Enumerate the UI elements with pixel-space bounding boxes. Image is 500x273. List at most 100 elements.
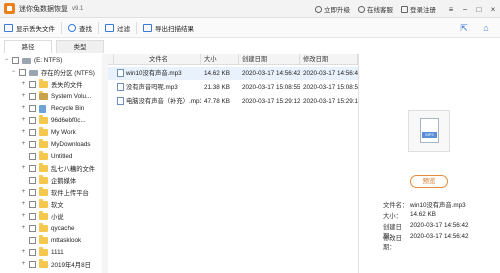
tree-item-label: 乱七八糟的文件 bbox=[51, 166, 96, 173]
online-support-link[interactable]: 在线客服 bbox=[358, 4, 393, 14]
expand-toggle-icon[interactable]: + bbox=[20, 105, 27, 112]
upgrade-link[interactable]: 立即升级 bbox=[315, 4, 350, 14]
tree-item[interactable]: − 存在的分区 (NTFS) bbox=[10, 67, 95, 78]
filter-button[interactable]: 过滤 bbox=[101, 20, 134, 36]
show-files-icon bbox=[4, 23, 13, 32]
expand-toggle-icon[interactable]: + bbox=[20, 213, 27, 220]
tree-item[interactable]: Untitled bbox=[20, 151, 72, 162]
tree-item-label: 丢失的文件 bbox=[51, 82, 83, 89]
tree-item-checkbox[interactable] bbox=[29, 249, 36, 256]
tree-item-checkbox[interactable] bbox=[19, 69, 26, 76]
tree-item[interactable]: + MyDownloads bbox=[20, 139, 91, 150]
preview-button[interactable]: 预览 bbox=[410, 175, 448, 188]
table-row[interactable]: win10没有声音.mp3 14.62 KB 2020-03-17 14:56:42… bbox=[108, 67, 358, 80]
tree-item[interactable]: + 软文 bbox=[20, 199, 64, 210]
tree-item[interactable]: + 小说 bbox=[20, 211, 64, 222]
tree-item[interactable]: + 乱七八糟的文件 bbox=[20, 163, 95, 174]
tree-item[interactable]: +1111 bbox=[20, 247, 64, 258]
menu-button[interactable]: ≡ bbox=[444, 0, 458, 18]
expand-toggle-icon[interactable]: + bbox=[20, 81, 27, 88]
tree-item-checkbox[interactable] bbox=[29, 93, 36, 100]
expand-toggle-icon[interactable]: + bbox=[20, 165, 27, 172]
tree-item[interactable]: + 软件上传平台 bbox=[20, 187, 89, 198]
info-value: win10没有声音.mp3 bbox=[410, 202, 466, 209]
upgrade-label: 立即升级 bbox=[324, 7, 350, 14]
tree-item-checkbox[interactable] bbox=[29, 189, 36, 196]
file-created-cell: 2020-03-17 15:08:55 bbox=[242, 84, 300, 91]
expand-toggle-icon[interactable]: + bbox=[20, 129, 27, 136]
tree-item[interactable]: + qycache bbox=[20, 223, 74, 234]
expand-toggle-icon[interactable]: − bbox=[3, 57, 10, 64]
login-register-link[interactable]: 登录注册 bbox=[401, 4, 436, 14]
mp3-file-icon bbox=[117, 97, 124, 106]
expand-toggle-icon[interactable]: + bbox=[20, 261, 27, 268]
tree-item[interactable]: mttasklook bbox=[20, 235, 81, 246]
column-header-name[interactable]: 文件名 bbox=[114, 53, 201, 65]
export-arrow-icon[interactable]: ⇱ bbox=[456, 20, 472, 36]
file-name: 电脑没有声音（补充）.mp3 bbox=[126, 98, 201, 105]
expand-toggle-icon[interactable]: + bbox=[20, 201, 27, 208]
tree-item-label: 2019年4月8日 bbox=[51, 262, 91, 269]
app-title: 迷你兔数据恢复 bbox=[19, 5, 68, 13]
expand-toggle-icon[interactable]: + bbox=[20, 249, 27, 256]
home-icon[interactable]: ⌂ bbox=[478, 20, 494, 36]
tree-item-checkbox[interactable] bbox=[29, 261, 36, 268]
column-header-modified[interactable]: 修改日期 bbox=[300, 53, 358, 65]
info-label: 创建日期： bbox=[383, 224, 402, 240]
tree-item[interactable]: + Recycle Bin bbox=[20, 103, 84, 114]
tree-item-checkbox[interactable] bbox=[29, 153, 36, 160]
mp3-file-icon bbox=[117, 69, 124, 78]
toolbar-divider bbox=[61, 21, 62, 34]
tree-item-checkbox[interactable] bbox=[29, 201, 36, 208]
tree-item-checkbox[interactable] bbox=[29, 237, 36, 244]
column-header-size[interactable]: 大小 bbox=[201, 53, 239, 65]
toolbar: 显示丢失文件 查找 过滤 导出扫描结果 ⇱ ⌂ bbox=[0, 18, 500, 38]
tree-item-checkbox[interactable] bbox=[29, 81, 36, 88]
tree-item-label: mttasklook bbox=[51, 237, 82, 244]
export-results-button[interactable]: 导出扫描结果 bbox=[139, 20, 198, 36]
maximize-button[interactable]: □ bbox=[472, 0, 486, 18]
tab-path[interactable]: 路径 bbox=[4, 40, 52, 53]
table-row[interactable]: 没有声音吗呢.mp3 21.38 KB 2020-03-17 15:08:55 202… bbox=[108, 81, 358, 94]
folder-icon bbox=[39, 199, 48, 208]
tree-item[interactable]: + System Volu... bbox=[20, 91, 91, 102]
file-name: win10没有声音.mp3 bbox=[126, 70, 182, 77]
expand-toggle-icon[interactable]: + bbox=[20, 225, 27, 232]
expand-toggle-icon[interactable]: − bbox=[10, 69, 17, 76]
tree-item-checkbox[interactable] bbox=[29, 129, 36, 136]
login-label: 登录注册 bbox=[410, 7, 436, 14]
tree-item-checkbox[interactable] bbox=[29, 213, 36, 220]
tree-item-checkbox[interactable] bbox=[29, 165, 36, 172]
expand-toggle-icon[interactable]: + bbox=[20, 189, 27, 196]
search-icon bbox=[68, 23, 76, 32]
folder-icon bbox=[39, 127, 48, 136]
expand-toggle-icon[interactable]: + bbox=[20, 141, 27, 148]
column-header-created[interactable]: 创建日期 bbox=[239, 53, 300, 65]
tree-item[interactable]: +96d6ebf0c... bbox=[20, 115, 86, 126]
show-deleted-files-button[interactable]: 显示丢失文件 bbox=[0, 20, 59, 36]
tree-item[interactable]: + My Work bbox=[20, 127, 76, 138]
file-created-cell: 2020-03-17 15:29:12 bbox=[242, 98, 300, 105]
tree-item[interactable]: 企鹅媒体 bbox=[20, 175, 76, 186]
tree-item-checkbox[interactable] bbox=[12, 57, 19, 64]
tree-item[interactable]: +2019年4月8日 bbox=[20, 259, 91, 270]
tree-item-checkbox[interactable] bbox=[29, 105, 36, 112]
tree-item-checkbox[interactable] bbox=[29, 225, 36, 232]
close-button[interactable]: × bbox=[486, 0, 500, 18]
tree-item-checkbox[interactable] bbox=[29, 141, 36, 148]
expand-toggle-icon[interactable]: + bbox=[20, 93, 27, 100]
tree-item[interactable]: − (E: NTFS) bbox=[3, 55, 62, 66]
search-button[interactable]: 查找 bbox=[64, 20, 96, 36]
tree-item-checkbox[interactable] bbox=[29, 117, 36, 124]
tab-type[interactable]: 类型 bbox=[56, 40, 104, 53]
directory-tree: − (E: NTFS) − 存在的分区 (NTFS) + 丢失的文件 + System Vol… bbox=[0, 54, 108, 273]
file-list: 文件名 大小 创建日期 修改日期 win10没有声音.mp3 14.62 KB 20… bbox=[108, 53, 358, 273]
tree-item-checkbox[interactable] bbox=[29, 177, 36, 184]
table-row[interactable]: 电脑没有声音（补充）.mp3 47.78 KB 2020-03-17 15:29:1… bbox=[108, 95, 358, 108]
mp3-file-icon bbox=[420, 118, 439, 143]
tree-item[interactable]: + 丢失的文件 bbox=[20, 79, 82, 90]
minimize-button[interactable]: − bbox=[458, 0, 472, 18]
folder-icon bbox=[39, 79, 48, 88]
expand-toggle-icon[interactable]: + bbox=[20, 117, 27, 124]
